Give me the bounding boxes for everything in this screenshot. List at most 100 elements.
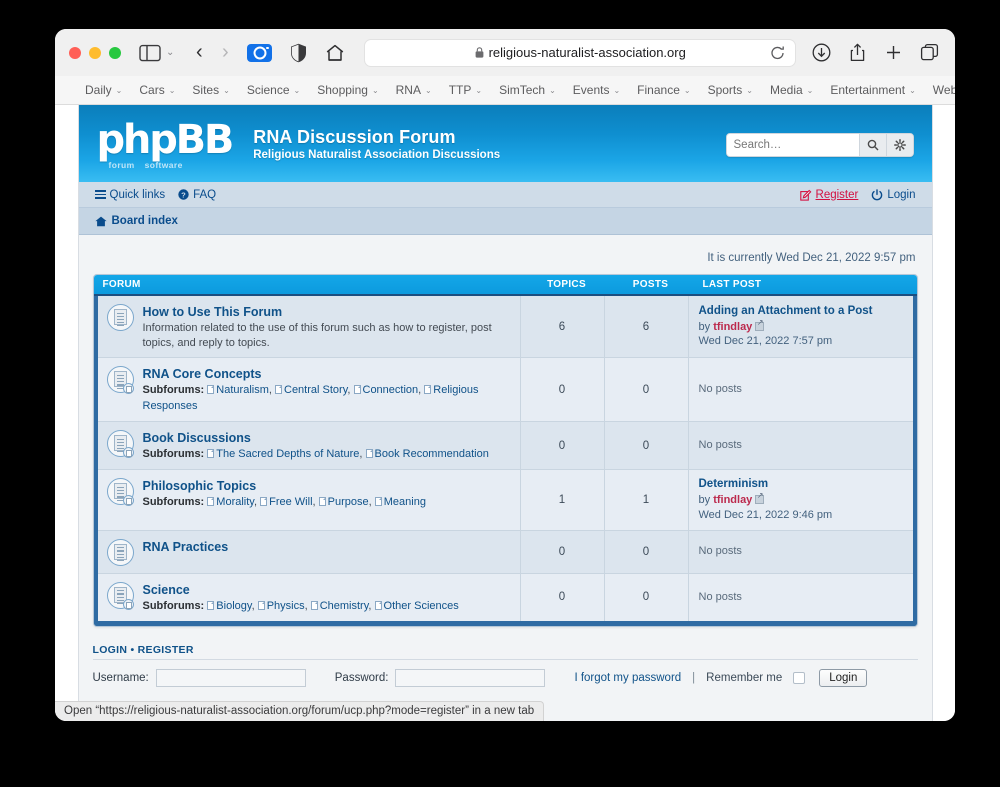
chevron-down-icon: ⌄ [168,85,176,95]
topics-count-cell: 6 [521,296,605,358]
login-button[interactable]: Login [819,669,868,688]
forum-subforum-icon [106,581,134,610]
no-posts-label: No posts [698,383,742,396]
forward-button[interactable]: › [212,41,238,64]
bookmark-daily[interactable]: Daily ⌄ [85,83,122,97]
maximize-window-button[interactable] [109,46,121,59]
bookmark-entertainment[interactable]: Entertainment ⌄ [830,83,915,97]
subforum-page-icon [207,600,215,610]
last-post-title-link[interactable]: Adding an Attachment to a Post [699,304,905,320]
search-input[interactable] [726,134,859,156]
forum-title-link[interactable]: How to Use This Forum [143,305,283,319]
camera-icon[interactable] [247,43,273,62]
last-post-author-link[interactable]: tfindlay [713,494,752,506]
subforum-link[interactable]: The Sacred Depths of Nature [216,448,359,460]
chevron-down-icon: ⌄ [909,85,916,95]
new-tab-icon[interactable] [884,43,903,62]
goto-last-post-icon[interactable] [755,492,765,504]
subforum-link[interactable]: Purpose [328,496,369,508]
hamburger-icon [94,190,106,199]
table-row[interactable]: RNA Practices 0 0 No posts [97,530,913,574]
forum-title-link[interactable]: RNA Core Concepts [143,367,262,381]
forum-navbar-top: Quick links ? FAQ Register Login [78,182,932,208]
subforum-list: Subforums: Naturalism, Central Story, Co… [142,384,479,412]
address-bar[interactable]: religious-naturalist-association.org [364,38,796,67]
forgot-password-link[interactable]: I forgot my password [574,672,681,684]
forum-title-link[interactable]: Science [143,583,190,597]
bookmark-media[interactable]: Media ⌄ [770,83,813,97]
sidebar-toggle-icon[interactable] [139,44,161,62]
table-row[interactable]: Book Discussions Subforums: The Sacred De… [97,422,913,471]
subforum-link[interactable]: Morality [216,496,254,508]
minimize-window-button[interactable] [89,46,101,59]
bookmark-label: Sports [707,83,743,97]
login-link[interactable]: Login [871,189,916,201]
remember-me-checkbox[interactable] [793,672,806,685]
bookmark-sports[interactable]: Sports ⌄ [708,83,753,97]
posts-count-cell: 0 [605,422,689,470]
login-form: Username: Password: I forgot my password… [93,660,918,691]
search-button[interactable] [858,134,886,156]
username-input[interactable] [155,669,306,688]
bookmarks-bar: Daily ⌄ Cars ⌄ Sites ⌄ Science ⌄ Shopping ⌄ R… [55,76,955,105]
table-row[interactable]: Philosophic Topics Subforums: Morality, F… [97,470,913,531]
last-post-cell: No posts [689,531,913,573]
downloads-icon[interactable] [812,43,831,62]
subforum-link[interactable]: Connection [363,384,419,396]
site-description: Religious Naturalist Association Discuss… [253,148,501,161]
subforum-link[interactable]: Central Story [284,384,347,396]
bookmark-sites[interactable]: Sites ⌄ [192,83,229,97]
login-separator: | [692,672,696,685]
password-label: Password: [334,672,389,685]
forum-logo[interactable]: phpBB forum software [97,120,235,170]
table-row[interactable]: Science Subforums: Biology, Physics, Chem… [97,573,913,622]
app-grid-icon[interactable] [68,84,71,97]
forum-title-link[interactable]: RNA Practices [143,540,229,554]
subforum-link[interactable]: Meaning [384,496,426,508]
bookmark-web-design[interactable]: Web Design⌄ [933,83,955,97]
back-button[interactable]: ‹ [186,41,212,64]
bookmark-shopping[interactable]: Shopping ⌄ [317,83,378,97]
sidebar-chevron-down-icon[interactable]: ⌄ [166,47,174,58]
faq-link[interactable]: ? FAQ [178,189,216,201]
advanced-search-button[interactable] [885,134,913,156]
bookmark-ttp[interactable]: TTP ⌄ [449,83,482,97]
last-post-author-link[interactable]: tfindlay [713,321,752,333]
subforum-link[interactable]: Other Sciences [384,600,459,612]
posts-count-cell: 0 [605,358,689,422]
shield-icon[interactable] [290,43,307,63]
forum-list-body: How to Use This Forum Information related… [93,296,917,627]
forum-text: RNA Core Concepts Subforums: Naturalism, … [143,365,512,414]
bookmark-science[interactable]: Science ⌄ [247,83,300,97]
home-icon[interactable] [325,43,345,63]
bookmark-cars[interactable]: Cars ⌄ [139,83,175,97]
status-bar-tooltip: Open “https://religious-naturalist-assoc… [55,701,545,721]
subforum-link[interactable]: Book Recommendation [375,448,489,460]
tab-overview-icon[interactable] [920,43,939,62]
goto-last-post-icon[interactable] [755,319,765,331]
quick-links-menu[interactable]: Quick links [94,189,165,201]
subforum-link[interactable]: Chemistry [320,600,369,612]
board-index-link[interactable]: Board index [94,215,178,227]
close-window-button[interactable] [69,46,81,59]
table-row[interactable]: RNA Core Concepts Subforums: Naturalism, … [97,358,913,423]
subforum-link[interactable]: Physics [267,600,305,612]
table-row[interactable]: How to Use This Forum Information related… [97,296,913,359]
bookmark-finance[interactable]: Finance ⌄ [637,83,690,97]
share-icon[interactable] [848,43,867,62]
subforum-link[interactable]: Biology [216,600,251,612]
register-link[interactable]: Register [799,189,858,201]
lock-icon [475,47,483,58]
subforum-link[interactable]: Naturalism [216,384,269,396]
bookmark-simtech[interactable]: SimTech ⌄ [499,83,556,97]
bookmark-rna[interactable]: RNA ⌄ [396,83,432,97]
forum-title-link[interactable]: Book Discussions [143,431,251,445]
subforum-link[interactable]: Free Will [269,496,312,508]
password-input[interactable] [395,669,546,688]
forum-title-link[interactable]: Philosophic Topics [143,479,257,493]
pencil-icon [799,189,811,201]
last-post-title-link[interactable]: Determinism [699,477,905,493]
reload-icon[interactable] [770,45,785,60]
bookmark-events[interactable]: Events ⌄ [573,83,620,97]
last-post-date: Wed Dec 21, 2022 9:46 pm [698,508,833,521]
